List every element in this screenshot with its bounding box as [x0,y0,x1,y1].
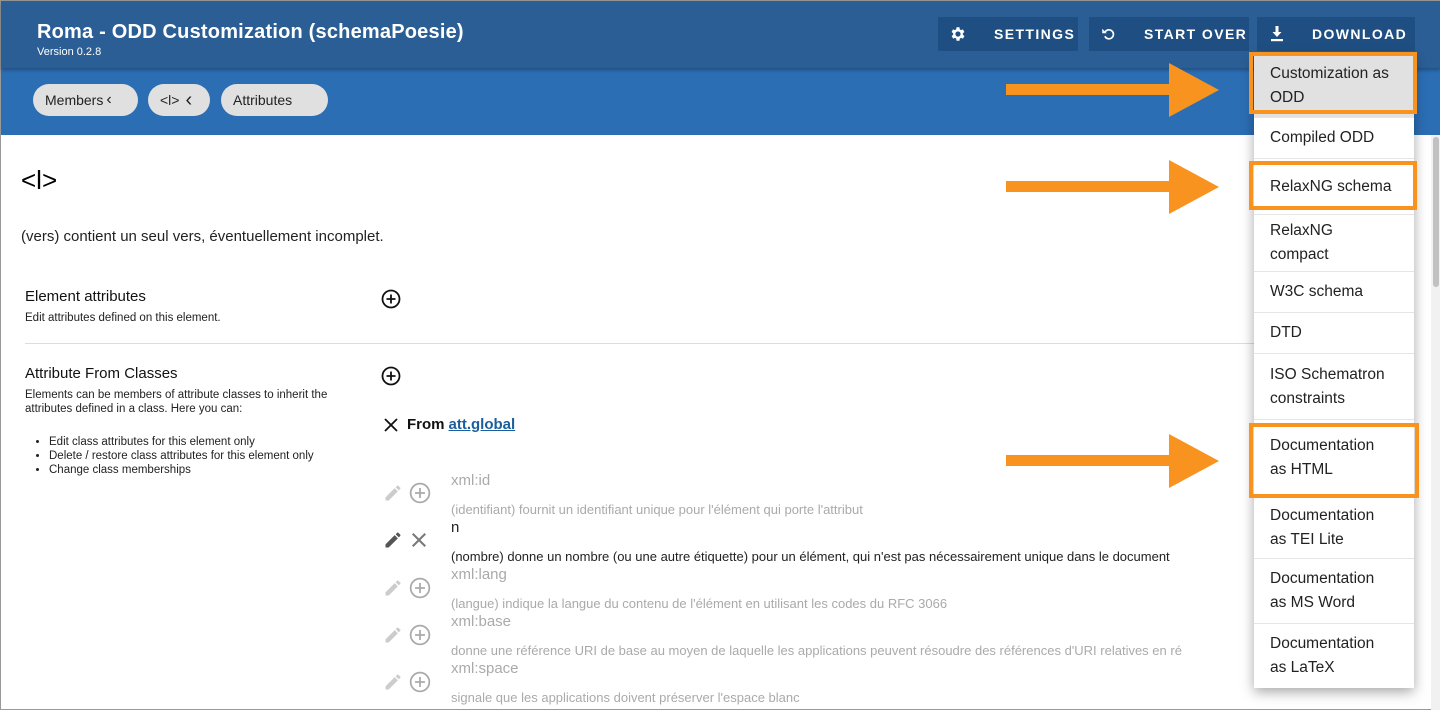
element-attributes-subtitle: Edit attributes defined on this element. [25,312,221,324]
delete-icon[interactable] [409,530,429,550]
attribute-description: (nombre) donne un nombre (ou une autre é… [451,549,1170,564]
download-icon [1257,17,1297,51]
attribute-description: (identifiant) fournit un identifiant uni… [451,502,863,517]
element-attributes-title: Element attributes [25,288,146,305]
attribute-name: xml:id [451,472,491,489]
class-link[interactable]: att.global [449,416,516,433]
app-title: Roma - ODD Customization (schemaPoesie) [37,21,464,43]
chevron-left-icon: ‹ [106,91,112,108]
from-label: From [407,416,445,433]
breadcrumb-label: <l> [160,92,180,108]
annotation-arrow-icon [1006,160,1219,214]
menu-item-label: constraints [1270,389,1345,407]
menu-item-label: as TEI Lite [1270,530,1344,548]
menu-item-label: Documentation [1270,506,1375,524]
attribute-description: donne une référence URI de base au moyen… [451,643,1182,658]
restart-icon [1089,17,1129,51]
settings-button[interactable]: SETTINGS [938,17,1078,51]
breadcrumb-l[interactable]: <l> ‹ [148,84,210,116]
menu-item-documentation-ms-word[interactable]: Documentation as MS Word [1254,559,1414,624]
gear-icon [938,17,978,51]
element-description: (vers) contient un seul vers, éventuelle… [21,228,384,245]
menu-item-dtd[interactable]: DTD [1254,313,1414,354]
attribute-description: (langue) indique la langue du contenu de… [451,596,948,611]
menu-item-label: ISO Schematron [1270,365,1385,383]
add-circle-icon[interactable] [409,482,431,504]
menu-item-label: Compiled ODD [1270,129,1375,146]
menu-item-compiled-odd[interactable]: Compiled ODD [1254,118,1414,159]
menu-item-label: Documentation [1270,570,1375,587]
breadcrumb-attributes[interactable]: Attributes [221,84,328,116]
attribute-classes-title: Attribute From Classes [25,365,178,382]
attribute-classes-list: Edit class attributes for this element o… [49,435,349,477]
attribute-name: xml:lang [451,566,507,583]
breadcrumb-label: Attributes [233,92,293,108]
app-header: Roma - ODD Customization (schemaPoesie) … [1,1,1440,68]
scrollbar-thumb[interactable] [1433,137,1439,287]
attribute-actions [383,481,433,505]
breadcrumb-label: Members [45,92,104,108]
list-item: Edit class attributes for this element o… [49,435,349,449]
add-circle-icon[interactable] [409,624,431,646]
add-class-membership-icon[interactable] [381,366,401,386]
menu-item-label: RelaxNG [1270,222,1333,239]
attribute-actions [383,528,433,552]
menu-item-label: DTD [1270,324,1302,341]
annotation-highlight [1249,423,1419,498]
add-circle-icon[interactable] [409,577,431,599]
attribute-name: xml:space [451,660,519,677]
download-menu: Customization as ODD Compiled ODD RelaxNG… [1254,54,1414,688]
app-version: Version 0.2.8 [37,46,102,58]
edit-icon[interactable] [383,483,403,503]
annotation-highlight [1249,52,1417,114]
class-group-header: From att.global [383,416,515,433]
annotation-arrow-icon [1006,434,1219,488]
section-divider [25,343,1405,344]
main-content: <l> (vers) contient un seul vers, éventu… [1,135,1431,710]
breadcrumb: Members ‹ <l> ‹ Attributes [1,68,1440,135]
menu-item-w3c-schema[interactable]: W3C schema [1254,272,1414,313]
edit-icon[interactable] [383,530,403,550]
add-circle-icon[interactable] [409,671,431,693]
menu-item-label: Documentation [1270,635,1375,652]
menu-item-label: as LaTeX [1270,659,1335,676]
start-over-label: START OVER [1144,26,1248,42]
attribute-actions [383,670,433,694]
list-item: Change class memberships [49,463,349,477]
attribute-actions [383,623,433,647]
menu-item-label: as MS Word [1270,594,1355,611]
menu-item-label: compact [1270,246,1329,263]
settings-label: SETTINGS [994,26,1076,42]
menu-item-documentation-latex[interactable]: Documentation as LaTeX [1254,624,1414,688]
annotation-highlight [1249,161,1417,210]
attribute-actions [383,576,433,600]
chevron-left-icon: ‹ [185,88,193,111]
download-label: DOWNLOAD [1312,26,1408,42]
attribute-name: xml:base [451,613,512,630]
menu-item-iso-schematron[interactable]: ISO Schematron constraints [1254,354,1414,420]
close-icon[interactable] [383,417,399,433]
attribute-name: n [451,519,460,536]
page-title: <l> [21,165,58,195]
list-item: Delete / restore class attributes for th… [49,449,349,463]
edit-icon[interactable] [383,625,403,645]
menu-item-label: W3C schema [1270,283,1364,300]
menu-item-relaxng-compact[interactable]: RelaxNG compact [1254,215,1414,272]
edit-icon[interactable] [383,578,403,598]
add-element-attribute-icon[interactable] [381,289,401,309]
download-button[interactable]: DOWNLOAD [1257,17,1415,51]
attribute-description: signale que les applications doivent pré… [451,690,800,705]
breadcrumb-members[interactable]: Members ‹ [33,84,138,116]
menu-item-documentation-tei-lite[interactable]: Documentation as TEI Lite [1254,497,1414,559]
edit-icon[interactable] [383,672,403,692]
attribute-classes-subtitle: Elements can be members of attribute cla… [25,389,328,415]
start-over-button[interactable]: START OVER [1089,17,1249,51]
annotation-arrow-icon [1006,63,1219,117]
